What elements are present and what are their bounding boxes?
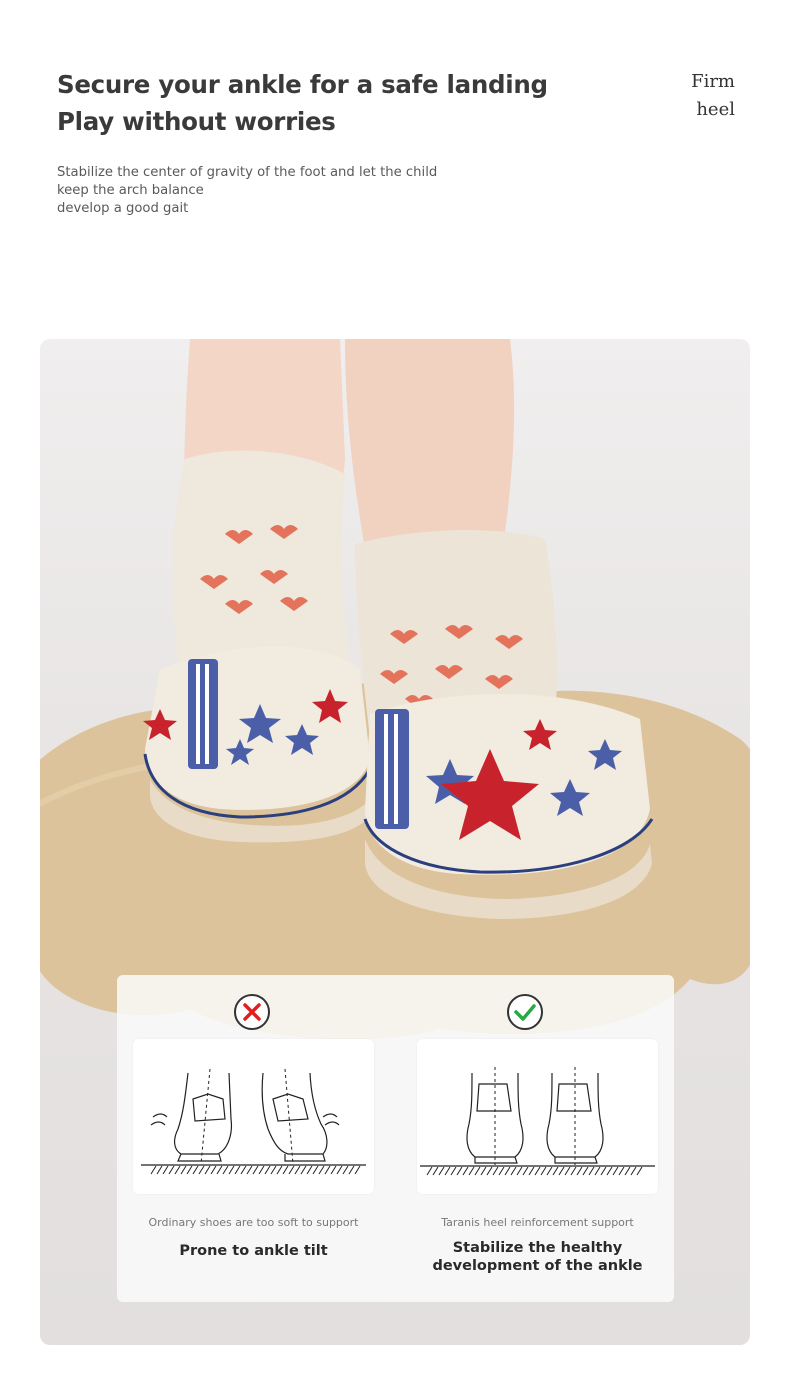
description: Stabilize the center of gravity of the f… <box>57 164 437 218</box>
cross-icon <box>234 994 270 1030</box>
ordinary-shoe-column: Ordinary shoes are too soft to support P… <box>133 975 374 1302</box>
description-line-3: develop a good gait <box>57 201 189 216</box>
headline-line-1: Secure your ankle for a safe landing <box>57 70 548 99</box>
check-icon <box>507 994 543 1030</box>
stable-ankle-illustration <box>420 1067 655 1176</box>
product-photo: Ordinary shoes are too soft to support P… <box>40 339 750 1345</box>
feature-label: Firm heel <box>691 68 735 124</box>
ankle-tilt-illustration <box>141 1068 366 1175</box>
description-line-1: Stabilize the center of gravity of the f… <box>57 165 438 180</box>
comparison-card: Ordinary shoes are too soft to support P… <box>117 975 674 1302</box>
ankle-tilt-diagram <box>133 1039 374 1194</box>
taranis-shoe-verdict: Stabilize the healthy development of the… <box>417 1239 658 1275</box>
taranis-shoe-caption: Taranis heel reinforcement support <box>441 1216 634 1229</box>
taranis-verdict-line-1: Stabilize the healthy <box>452 1240 623 1256</box>
headline: Secure your ankle for a safe landing Pla… <box>57 66 548 140</box>
headline-line-2: Play without worries <box>57 107 336 136</box>
feature-label-line-1: Firm <box>691 71 735 92</box>
ordinary-shoe-caption: Ordinary shoes are too soft to support <box>148 1216 359 1229</box>
description-line-2: keep the arch balance <box>57 183 204 198</box>
ordinary-shoe-verdict: Prone to ankle tilt <box>179 1243 328 1259</box>
taranis-shoe-column: Taranis heel reinforcement support Stabi… <box>417 975 658 1302</box>
left-sock <box>173 450 350 679</box>
feature-label-line-2: heel <box>696 99 735 120</box>
stable-ankle-diagram <box>417 1039 658 1194</box>
taranis-verdict-line-2: development of the ankle <box>432 1258 643 1274</box>
